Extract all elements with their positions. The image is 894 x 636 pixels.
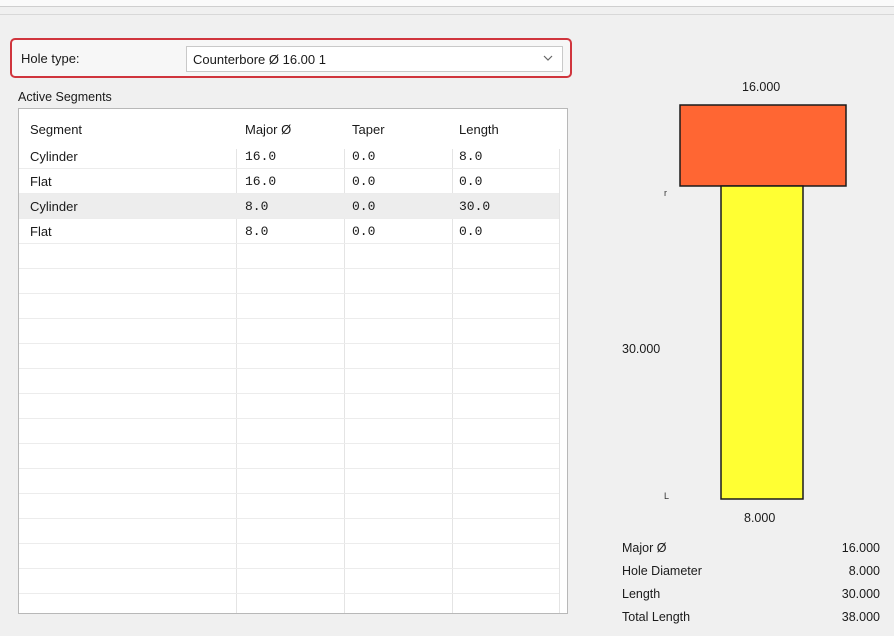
taper-cell[interactable]: 0.0: [352, 174, 375, 189]
empty-row: [19, 469, 559, 494]
empty-row: [19, 344, 559, 369]
summary-label: Major Ø: [622, 541, 667, 555]
major-diameter-cell[interactable]: 8.0: [245, 199, 268, 214]
summary-label: Hole Diameter: [622, 564, 702, 578]
taper-cell[interactable]: 0.0: [352, 149, 375, 164]
hole-type-panel: Hole type: Counterbore Ø 16.00 1: [10, 38, 572, 78]
bottom-marker: L: [664, 491, 670, 501]
header-segment[interactable]: Segment: [30, 122, 82, 137]
top-marker: r: [664, 188, 667, 198]
empty-row: [19, 519, 559, 544]
summary-value: 8.000: [848, 564, 880, 578]
major-diameter-cell[interactable]: 16.0: [245, 149, 276, 164]
top-separator: [0, 14, 894, 15]
empty-row: [19, 569, 559, 594]
segment-cell[interactable]: Flat: [30, 174, 52, 189]
segments-table: Segment Major Ø Taper Length Cylinder 16.…: [18, 108, 568, 614]
empty-row: [19, 244, 559, 269]
taper-cell[interactable]: 0.0: [352, 224, 375, 239]
taper-cell[interactable]: 0.0: [352, 199, 375, 214]
summary-value: 30.000: [841, 587, 880, 601]
empty-row: [19, 494, 559, 519]
length-cell[interactable]: 0.0: [459, 224, 482, 239]
length-dimension: 30.000: [622, 342, 661, 356]
segment-cell[interactable]: Cylinder: [30, 149, 78, 164]
length-cell[interactable]: 30.0: [459, 199, 490, 214]
empty-row: [19, 394, 559, 419]
hole-type-dropdown[interactable]: Counterbore Ø 16.00 1: [186, 46, 563, 72]
header-length[interactable]: Length: [459, 122, 499, 137]
segment-cell[interactable]: Flat: [30, 224, 52, 239]
header-major-diameter[interactable]: Major Ø: [245, 122, 291, 137]
empty-row: [19, 319, 559, 344]
table-row[interactable]: Flat 8.0 0.0 0.0: [19, 219, 559, 244]
empty-row: [19, 544, 559, 569]
empty-row: [19, 419, 559, 444]
active-segments-caption: Active Segments: [18, 90, 112, 104]
summary-value: 16.000: [841, 541, 880, 555]
hole-profile-graphic: [679, 104, 847, 500]
table-header: Segment Major Ø Taper Length: [19, 109, 567, 149]
major-diameter-cell[interactable]: 8.0: [245, 224, 268, 239]
summary-row: Hole Diameter 8.000: [622, 561, 884, 584]
length-cell[interactable]: 0.0: [459, 174, 482, 189]
summary-label: Total Length: [622, 610, 691, 624]
summary-row: Length 30.000: [622, 584, 884, 607]
table-row[interactable]: Flat 16.0 0.0 0.0: [19, 169, 559, 194]
hole-type-value: Counterbore Ø 16.00 1: [193, 52, 326, 67]
summary-row: Major Ø 16.000: [622, 538, 884, 561]
counterbore-section: [679, 104, 847, 187]
bottom-diameter-dimension: 8.000: [744, 511, 776, 525]
major-diameter-cell[interactable]: 16.0: [245, 174, 276, 189]
hole-summary: Major Ø 16.000 Hole Diameter 8.000 Lengt…: [622, 538, 884, 630]
segment-cell[interactable]: Cylinder: [30, 199, 78, 214]
chevron-down-icon: [543, 55, 553, 61]
empty-row: [19, 294, 559, 319]
table-row[interactable]: Cylinder 8.0 0.0 30.0: [19, 194, 559, 219]
header-taper[interactable]: Taper: [352, 122, 385, 137]
hole-diagram: 16.000 r L 30.000 8.000: [600, 70, 894, 540]
column-divider: [559, 109, 560, 613]
hole-section: [720, 185, 804, 500]
empty-row: [19, 594, 559, 613]
hole-type-label: Hole type:: [21, 51, 80, 66]
empty-row: [19, 369, 559, 394]
summary-value: 38.000: [841, 610, 880, 624]
empty-row: [19, 269, 559, 294]
summary-label: Length: [622, 587, 661, 601]
top-toolbar-edge: [0, 0, 894, 7]
table-row[interactable]: Cylinder 16.0 0.0 8.0: [19, 144, 559, 169]
length-cell[interactable]: 8.0: [459, 149, 482, 164]
summary-row: Total Length 38.000: [622, 607, 884, 630]
empty-row: [19, 444, 559, 469]
